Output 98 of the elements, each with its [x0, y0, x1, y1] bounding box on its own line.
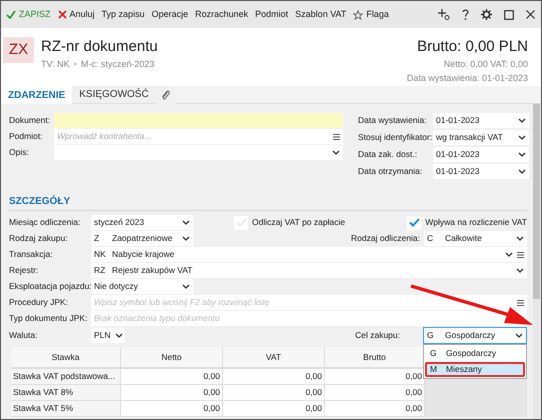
toolbar-button[interactable]: Podmiot [255, 4, 288, 24]
list-icon [517, 252, 524, 258]
input-field[interactable]: wg transakcji VAT [433, 130, 529, 145]
input-field[interactable]: styczeń 2023 [91, 215, 193, 230]
add-icon [438, 9, 450, 20]
field-label: Rejestr: [9, 264, 40, 277]
list-icon [517, 300, 524, 306]
field-label: Procedury JPK: [9, 296, 70, 309]
document-badge: ZX [3, 37, 34, 63]
dropdown-option[interactable]: G Gospodarczy [425, 346, 525, 361]
table-cell: 0,00 [325, 385, 425, 401]
issue-date: Data wystawienia: 01-01-2023 [406, 72, 528, 85]
toolbar-button[interactable]: Flaga [353, 4, 389, 24]
toolbar-button[interactable]: Rozrachunek [195, 4, 248, 24]
separator-dot: • [74, 58, 77, 71]
input-field[interactable]: G Gospodarczy [423, 327, 527, 344]
input-field[interactable]: NK Nabycie krajowe [91, 247, 527, 262]
meta-text: TV: NK [41, 58, 70, 71]
toolbar-button[interactable]: Operacje [152, 4, 188, 24]
toolbar-button[interactable]: Szablon VAT [295, 4, 346, 24]
chevron-down-icon [516, 268, 524, 273]
checkbox[interactable] [407, 216, 422, 230]
chevron-down-icon [515, 333, 523, 338]
chevron-down-icon [182, 236, 190, 241]
chevron-down-icon [332, 150, 340, 155]
help-icon [462, 9, 469, 20]
paperclip-icon [160, 89, 170, 101]
meta-text: M-c: styczeń-2023 [80, 58, 154, 71]
scrollbar[interactable] [533, 104, 540, 419]
column-header: Brutto [325, 347, 425, 369]
tab[interactable]: ZDARZENIE [1, 86, 72, 104]
tab[interactable]: KSIĘGOWOŚĆ [72, 86, 156, 104]
maximize-icon [504, 10, 514, 20]
input-field[interactable]: Nie dotyczy [91, 279, 193, 294]
table-cell: 0,00 [223, 385, 325, 401]
field-label: Cel zakupu: [355, 329, 400, 342]
chevron-down-icon [518, 135, 526, 140]
table-cell: Stawka VAT 5% [11, 401, 121, 417]
field-label: Dokument: [9, 114, 52, 127]
chevron-down-icon [114, 333, 123, 338]
chevron-down-icon [516, 236, 524, 241]
field-label: Data otrzymania: [358, 165, 424, 178]
field-label: Data wystawienia: [358, 114, 428, 127]
column-header: Stawka [11, 347, 121, 369]
chevron-down-icon [518, 118, 526, 123]
table-cell: 0,00 [121, 385, 223, 401]
field-label: Typ dokumentu JPK: [9, 312, 88, 325]
chevron-down-icon [505, 252, 513, 257]
gross-total: Brutto: 0,00 PLN [417, 38, 528, 56]
input-field[interactable]: PLN [91, 328, 125, 343]
field-label: Eksploatacja pojazdu: [9, 280, 91, 293]
field-label: Podmiot: [9, 130, 44, 143]
document-title: RZ-nr dokumentu [41, 38, 158, 56]
input-field[interactable]: 01-01-2023 [433, 147, 529, 162]
table-cell: 0,00 [223, 369, 325, 385]
column-header: VAT [223, 347, 325, 369]
table-cell: 0,00 [325, 369, 425, 385]
field-label: Waluta: [9, 329, 39, 342]
net-vat-summary: Netto: 0,00 VAT: 0,00 [444, 58, 528, 71]
table-cell: Stawka VAT podstawowa... [11, 369, 121, 385]
field-label: Opis: [9, 146, 30, 159]
field-label: Data zak. dost.: [358, 148, 418, 161]
column-header: Netto [121, 347, 223, 369]
chevron-down-icon [518, 169, 526, 174]
table-cell: Stawka VAT 8% [11, 385, 121, 401]
check-icon [6, 10, 16, 19]
chevron-down-icon [182, 220, 190, 225]
close-icon [58, 10, 67, 19]
input-field[interactable] [54, 145, 343, 160]
input-field[interactable]: C Całkowite [424, 231, 527, 246]
star-icon [353, 10, 364, 20]
checkbox-label: Wpływa na rozliczenie VAT [425, 216, 527, 229]
toolbar-button[interactable]: Typ zapisu [102, 4, 145, 24]
chevron-down-icon [518, 152, 526, 157]
field-label: Transakcja: [9, 248, 54, 261]
table-cell: 0,00 [223, 401, 325, 417]
section-heading: SZCZEGÓŁY [9, 194, 72, 208]
dropdown-option[interactable]: M Mieszany [425, 362, 525, 377]
checkbox-label: Odliczaj VAT po zapłacie [252, 216, 346, 229]
input-field[interactable]: Z Zaopatrzeniowe [91, 231, 193, 246]
settings-icon [481, 9, 492, 20]
input-field[interactable]: 01-01-2023 [433, 164, 529, 179]
field-label: Rodzaj zakupu: [9, 232, 69, 245]
input-field[interactable] [54, 113, 343, 128]
toolbar-button[interactable]: Anuluj [58, 4, 95, 24]
chevron-down-icon [182, 284, 190, 289]
list-icon [333, 134, 340, 140]
input-field[interactable]: RZ Rejestr zakupów VAT [91, 263, 527, 278]
close-icon [526, 10, 535, 19]
field-label: Rodzaj odliczenia: [351, 232, 420, 245]
toolbar-button[interactable]: ZAPISZ [6, 4, 51, 24]
table-cell: 0,00 [325, 401, 425, 417]
input-field[interactable]: 01-01-2023 [433, 113, 529, 128]
checkbox[interactable] [234, 216, 248, 230]
field-label: Miesiąc odliczenia: [9, 216, 82, 229]
field-label: Stosuj identyfikator: [358, 131, 433, 144]
table-cell: 0,00 [121, 369, 223, 385]
table-cell: 0,00 [121, 401, 223, 417]
